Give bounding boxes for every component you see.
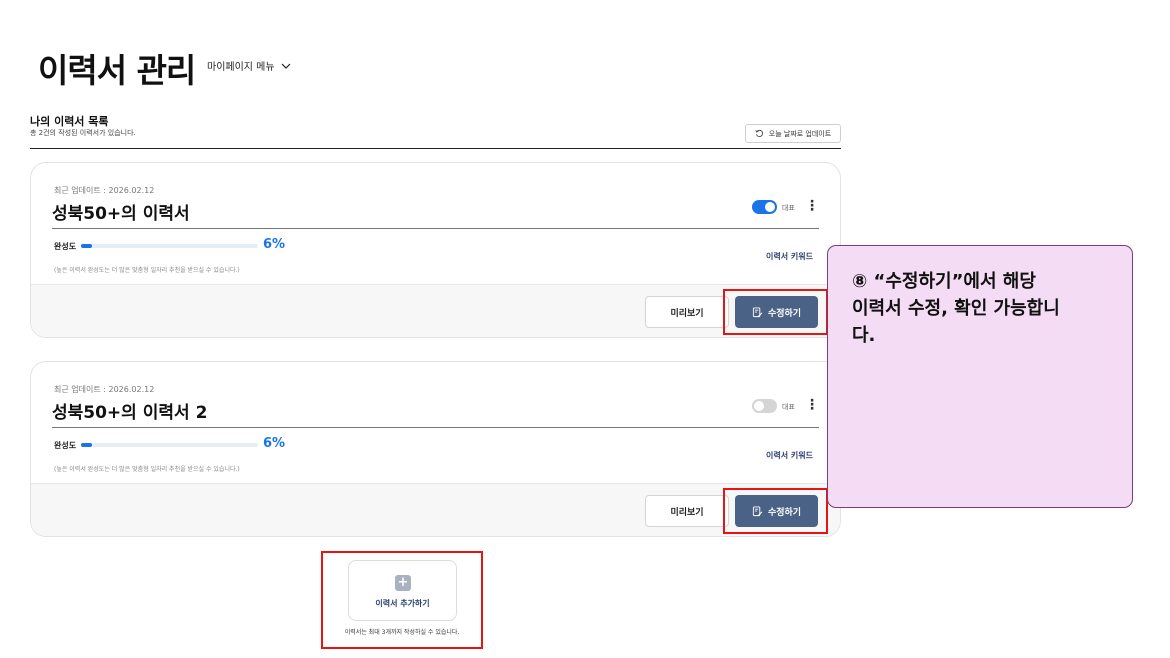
edit-button-highlight — [723, 289, 828, 335]
resume-title: 성북50+의 이력서 2 — [52, 403, 208, 423]
representative-label: 대표 — [782, 403, 795, 411]
completion-progress-bar — [81, 244, 258, 248]
update-today-button[interactable]: 오늘 날짜로 업데이트 — [745, 124, 841, 143]
completion-progress-fill — [81, 443, 92, 447]
list-divider — [30, 148, 841, 149]
mypage-menu-dropdown[interactable]: 마이페이지 메뉴 — [207, 58, 292, 73]
completion-note: (높은 이력서 완성도는 더 많은 맞춤형 일자리 추천을 받으실 수 있습니다… — [54, 466, 240, 473]
chevron-down-icon — [281, 63, 291, 69]
resume-card: 최근 업데이트 : 2026.02.12 성북50+의 이력서 2 대표 ⋮ 완… — [30, 361, 841, 537]
edit-button-highlight — [723, 488, 828, 534]
update-today-label: 오늘 날짜로 업데이트 — [768, 129, 832, 138]
resume-title: 성북50+의 이력서 — [52, 204, 190, 224]
plus-icon: + — [395, 575, 411, 591]
completion-label: 완성도 — [54, 441, 77, 450]
page-title: 이력서 관리 — [38, 51, 196, 90]
resume-updated-date: 최근 업데이트 : 2026.02.12 — [54, 385, 155, 394]
preview-button[interactable]: 미리보기 — [645, 495, 729, 527]
resume-keyword-link[interactable]: 이력서 키워드 — [766, 450, 813, 461]
add-resume-label: 이력서 추가하기 — [375, 599, 430, 608]
representative-label: 대표 — [782, 204, 795, 212]
preview-button[interactable]: 미리보기 — [645, 296, 729, 328]
resume-keyword-link[interactable]: 이력서 키워드 — [766, 251, 813, 262]
mypage-menu-label: 마이페이지 메뉴 — [207, 62, 275, 73]
add-resume-note: 이력서는 최대 3개까지 작성하실 수 있습니다. — [344, 629, 460, 636]
completion-percent: 6% — [263, 436, 286, 451]
toggle-knob — [754, 401, 764, 411]
add-resume-button[interactable]: + 이력서 추가하기 — [348, 560, 457, 621]
resume-updated-date: 최근 업데이트 : 2026.02.12 — [54, 186, 155, 195]
resume-title-divider — [52, 228, 819, 229]
resume-title-divider — [52, 427, 819, 428]
toggle-knob — [765, 202, 775, 212]
kebab-icon[interactable]: ⋮ — [805, 398, 819, 412]
completion-note: (높은 이력서 완성도는 더 많은 맞춤형 일자리 추천을 받으실 수 있습니다… — [54, 267, 240, 274]
resume-list-count: 총 2건의 작성된 이력서가 있습니다. — [30, 129, 136, 137]
representative-toggle[interactable] — [752, 399, 777, 413]
refresh-icon — [755, 129, 763, 138]
completion-percent: 6% — [263, 237, 286, 252]
representative-toggle[interactable] — [752, 200, 777, 214]
completion-progress-fill — [81, 244, 92, 248]
completion-label: 완성도 — [54, 242, 77, 251]
completion-progress-bar — [81, 443, 258, 447]
resume-list-title: 나의 이력서 목록 — [30, 115, 109, 128]
kebab-icon[interactable]: ⋮ — [805, 199, 819, 213]
resume-card: 최근 업데이트 : 2026.02.12 성북50+의 이력서 대표 ⋮ 완성도… — [30, 162, 841, 338]
instruction-callout: ⑧ “수정하기”에서 해당 이력서 수정, 확인 가능합니 다. — [827, 245, 1133, 508]
